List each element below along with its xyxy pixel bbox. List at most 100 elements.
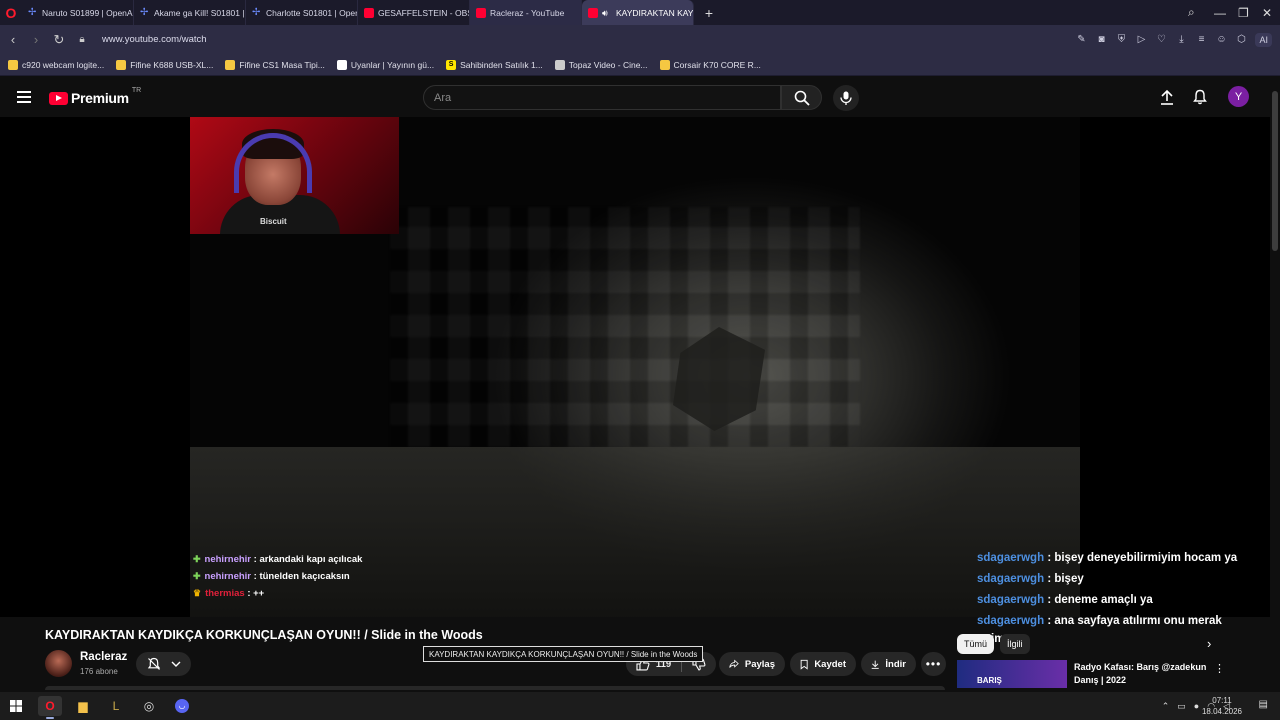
tab-naruto[interactable]: ✢ Naruto S01899 | OpenAni [22, 0, 134, 25]
reload-button[interactable]: ↻ [49, 30, 69, 50]
search-button[interactable] [781, 85, 822, 110]
download-button[interactable]: İndir [861, 652, 916, 676]
account-avatar[interactable]: Y [1228, 86, 1249, 107]
youtube-icon [364, 7, 374, 18]
forward-button[interactable]: › [26, 30, 46, 50]
notifications-button[interactable] [1191, 88, 1209, 106]
chevron-up-icon[interactable]: ⌃ [1162, 701, 1170, 712]
download-label: İndir [885, 658, 906, 670]
youtube-header: Premium TR Y [0, 77, 1270, 117]
mic-tray-icon[interactable]: ● [1194, 701, 1199, 711]
recommended-video-thumbnail[interactable]: BARIŞ [957, 660, 1067, 688]
share-button[interactable]: Paylaş [719, 652, 785, 676]
discord-icon[interactable]: ◡ [170, 696, 194, 716]
extension-icon[interactable]: ⬡ [1235, 34, 1247, 45]
video-title: KAYDIRAKTAN KAYDIKÇA KORKUNÇLAŞAN OYUN!!… [45, 628, 483, 642]
youtube-logo[interactable]: Premium TR [49, 87, 141, 106]
windows-logo-icon [10, 700, 22, 712]
opera-menu-icon[interactable]: O [0, 0, 22, 25]
share-label: Paylaş [744, 658, 775, 670]
hamburger-menu-icon[interactable] [17, 91, 31, 103]
download-icon[interactable]: ⤓ [1175, 34, 1187, 45]
chat-user: sdagaerwgh [977, 615, 1045, 627]
openani-icon: ✢ [28, 6, 37, 18]
channel-avatar[interactable] [45, 650, 72, 677]
chat-user: nehirnehir [204, 554, 251, 565]
search-input[interactable] [424, 86, 780, 109]
minimize-button[interactable]: — [1214, 0, 1226, 25]
network-icon[interactable]: ▭ [1177, 701, 1186, 712]
more-actions-button[interactable]: ••• [921, 652, 946, 676]
heart-icon[interactable]: ♡ [1155, 34, 1167, 45]
youtube-icon [588, 7, 598, 18]
play-icon[interactable]: ▷ [1135, 34, 1147, 45]
league-of-legends-icon[interactable]: L [104, 696, 128, 716]
search-tabs-icon[interactable]: ⌕ [1188, 0, 1195, 25]
bookmark-label: c920 webcam logite... [22, 59, 105, 70]
video-player[interactable]: Biscuit ✚ nehirnehir : arkandaki kapı açı… [0, 117, 1270, 645]
tab-label: Naruto S01899 | OpenAni [42, 7, 134, 18]
scrollbar-thumb[interactable] [1272, 91, 1278, 251]
bookmark-favicon-icon [116, 59, 127, 70]
clock-time: 07:11 [1212, 696, 1232, 705]
new-tab-button[interactable]: + [700, 4, 718, 22]
file-explorer-icon[interactable]: ▆ [71, 696, 95, 716]
shield-icon[interactable]: ⛨ [1115, 34, 1127, 45]
bookmark-item[interactable]: Uyanlar | Yayının gü... [336, 59, 434, 70]
maximize-button[interactable]: ❐ [1238, 0, 1249, 25]
chip-related[interactable]: İlgili [1000, 634, 1030, 654]
voice-search-button[interactable] [833, 85, 859, 111]
bookmark-favicon-icon [554, 59, 565, 70]
shirt-print: Biscuit [260, 217, 287, 226]
back-button[interactable]: ‹ [3, 30, 23, 50]
tab-racleraz[interactable]: Racleraz - YouTube [470, 0, 582, 25]
tab-charlotte[interactable]: ✢ Charlotte S01801 | OpenA [246, 0, 358, 25]
bookmark-item[interactable]: Fifine CS1 Masa Tipi... [225, 59, 325, 70]
kebab-menu-icon[interactable]: ⋮ [1214, 662, 1225, 675]
title-tooltip: KAYDIRAKTAN KAYDIKÇA KORKUNÇLAŞAN OYUN!!… [423, 646, 704, 662]
chat-user: sdagaerwgh [977, 552, 1045, 564]
address-bar: ‹ › ↻ 🔒︎ www.youtube.com/watch ✎ ◙ ⛨ ▷ ♡… [0, 25, 1280, 54]
crown-badge-icon: ♛ [193, 588, 202, 598]
page-scrollbar[interactable] [1270, 77, 1280, 688]
upload-button[interactable] [1158, 88, 1176, 106]
edit-icon[interactable]: ✎ [1075, 34, 1087, 45]
tab-current-video[interactable]: 🔊︎ KAYDIRAKTAN KAYDI [582, 0, 694, 25]
subscription-bell-button[interactable] [136, 652, 191, 676]
channel-name[interactable]: Racleraz [80, 651, 127, 663]
opera-taskbar-icon[interactable]: O [38, 696, 62, 719]
bookmark-item[interactable]: Fifine K688 USB-XL... [116, 59, 213, 70]
windows-start-icon[interactable] [4, 696, 28, 716]
tab-label: GESAFFELSTEIN - OBSESS [378, 7, 469, 18]
webcam-overlay: Biscuit [190, 117, 399, 234]
menu-icon[interactable]: ≡ [1195, 34, 1207, 45]
save-button[interactable]: Kaydet [790, 652, 856, 676]
url-field[interactable]: www.youtube.com/watch [102, 34, 207, 45]
bookmark-item[interactable]: S Sahibinden Satılık 1... [446, 59, 543, 70]
close-window-button[interactable]: ✕ [1262, 0, 1272, 25]
bookmark-favicon-icon [336, 59, 347, 70]
notification-center-icon[interactable]: ▤ [1259, 699, 1268, 710]
chevron-right-icon[interactable]: › [1207, 636, 1211, 651]
chat-user: sdagaerwgh [977, 594, 1045, 606]
bell-icon [1193, 89, 1207, 105]
description-box[interactable] [45, 686, 945, 690]
save-label: Kaydet [814, 658, 846, 670]
clock-date: 18.04.2026 [1201, 707, 1242, 716]
bookmark-item[interactable]: Topaz Video - Cine... [554, 59, 648, 70]
bookmark-item[interactable]: Corsair K70 CORE R... [659, 59, 761, 70]
camera-icon[interactable]: ◙ [1095, 34, 1107, 45]
browser-toolbar: ✎ ◙ ⛨ ▷ ♡ ⤓ ≡ ☺ ⬡ AI [1075, 25, 1280, 54]
steam-icon[interactable]: ◎ [137, 696, 161, 716]
youtube-play-icon [49, 91, 68, 105]
ai-button[interactable]: AI [1255, 32, 1272, 47]
bookmark-item[interactable]: c920 webcam logite... [8, 59, 105, 70]
stream-chat-overlay: ✚ nehirnehir : arkandaki kapı açılıcak ✚ n… [193, 551, 362, 602]
subscriber-count: 176 abone [80, 667, 118, 676]
clock[interactable]: 07:11 18.04.2026 [1202, 695, 1242, 717]
profile-icon[interactable]: ☺ [1215, 34, 1227, 45]
chip-all[interactable]: Tümü [957, 634, 995, 654]
tab-gesaffelstein[interactable]: GESAFFELSTEIN - OBSESS [358, 0, 470, 25]
tab-akame[interactable]: ✢ Akame ga Kill! S01801 | O [134, 0, 246, 25]
recommended-video-title[interactable]: Radyo Kafası: Barış @zadekun Danış | 202… [1074, 661, 1214, 687]
